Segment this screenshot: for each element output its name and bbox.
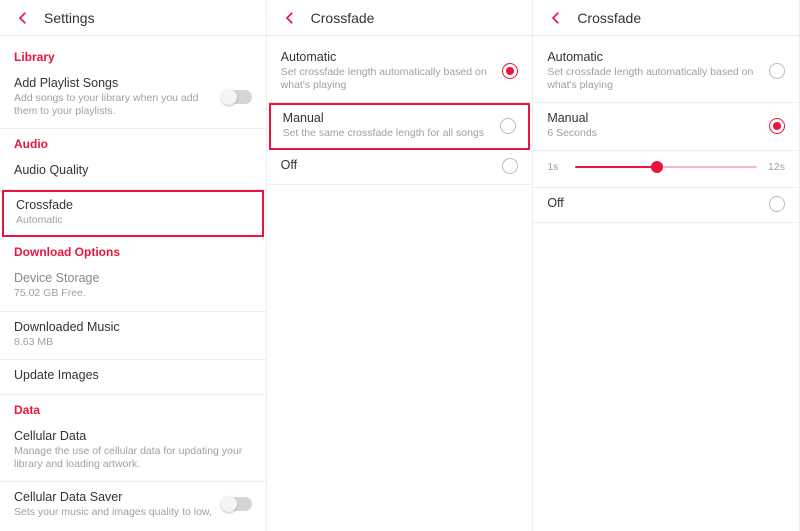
- automatic-row[interactable]: Automatic Set crossfade length automatic…: [267, 42, 533, 103]
- page-title: Crossfade: [577, 10, 641, 26]
- row-sub: Sets your music and images quality to lo…: [14, 506, 222, 519]
- crossfade-slider[interactable]: [575, 166, 757, 168]
- manual-row[interactable]: Manual Set the same crossfade length for…: [269, 103, 531, 150]
- settings-content: Library Add Playlist Songs Add songs to …: [0, 36, 266, 529]
- slider-max-label: 12s: [765, 161, 785, 173]
- section-download: Download Options: [0, 237, 266, 263]
- downloaded-music-row[interactable]: Downloaded Music 8.63 MB: [0, 312, 266, 360]
- page-title: Settings: [44, 10, 95, 26]
- row-title: Cellular Data: [14, 429, 252, 443]
- audio-quality-row[interactable]: Audio Quality: [0, 155, 266, 190]
- radio-unselected-icon[interactable]: [500, 118, 516, 134]
- off-row[interactable]: Off: [533, 188, 799, 223]
- crossfade-content: Automatic Set crossfade length automatic…: [533, 36, 799, 223]
- row-title: Downloaded Music: [14, 320, 252, 334]
- row-title: Manual: [547, 111, 769, 125]
- row-title: Cellular Data Saver: [14, 490, 222, 504]
- row-title: Update Images: [14, 368, 252, 382]
- row-title: Manual: [283, 111, 501, 125]
- row-sub: Add songs to your library when you add t…: [14, 92, 222, 118]
- settings-screen: Settings Library Add Playlist Songs Add …: [0, 0, 267, 531]
- crossfade-screen-manual: Crossfade Automatic Set crossfade length…: [533, 0, 800, 531]
- toggle-off-icon[interactable]: [222, 90, 252, 104]
- row-sub: Manage the use of cellular data for upda…: [14, 445, 252, 471]
- header: Crossfade: [533, 0, 799, 36]
- row-title: Automatic: [281, 50, 503, 64]
- back-arrow-icon[interactable]: [279, 7, 301, 29]
- row-sub: 75.02 GB Free.: [14, 287, 252, 300]
- radio-unselected-icon[interactable]: [502, 158, 518, 174]
- row-title: Off: [281, 158, 503, 172]
- section-audio: Audio: [0, 129, 266, 155]
- radio-unselected-icon[interactable]: [769, 196, 785, 212]
- row-sub: Set the same crossfade length for all so…: [283, 127, 501, 140]
- radio-unselected-icon[interactable]: [769, 63, 785, 79]
- row-title: Audio Quality: [14, 163, 252, 177]
- row-sub: Set crossfade length automatically based…: [281, 66, 503, 92]
- slider-thumb-icon[interactable]: [651, 161, 663, 173]
- manual-row[interactable]: Manual 6 Seconds: [533, 103, 799, 151]
- row-sub: 8.63 MB: [14, 336, 252, 349]
- header: Crossfade: [267, 0, 533, 36]
- add-playlist-row[interactable]: Add Playlist Songs Add songs to your lib…: [0, 68, 266, 129]
- page-title: Crossfade: [311, 10, 375, 26]
- update-images-row[interactable]: Update Images: [0, 360, 266, 395]
- row-title: Off: [547, 196, 769, 210]
- section-library: Library: [0, 42, 266, 68]
- cellular-saver-row[interactable]: Cellular Data Saver Sets your music and …: [0, 482, 266, 529]
- back-arrow-icon[interactable]: [545, 7, 567, 29]
- row-title: Add Playlist Songs: [14, 76, 222, 90]
- crossfade-slider-row: 1s 12s: [533, 151, 799, 188]
- off-row[interactable]: Off: [267, 150, 533, 185]
- row-sub: 6 Seconds: [547, 127, 769, 140]
- crossfade-row[interactable]: Crossfade Automatic: [2, 190, 264, 237]
- section-data: Data: [0, 395, 266, 421]
- radio-selected-icon[interactable]: [769, 118, 785, 134]
- row-sub: Automatic: [16, 214, 250, 227]
- slider-min-label: 1s: [547, 161, 567, 173]
- header: Settings: [0, 0, 266, 36]
- row-sub: Set crossfade length automatically based…: [547, 66, 769, 92]
- crossfade-screen-auto: Crossfade Automatic Set crossfade length…: [267, 0, 534, 531]
- automatic-row[interactable]: Automatic Set crossfade length automatic…: [533, 42, 799, 103]
- radio-selected-icon[interactable]: [502, 63, 518, 79]
- crossfade-content: Automatic Set crossfade length automatic…: [267, 36, 533, 185]
- back-arrow-icon[interactable]: [12, 7, 34, 29]
- device-storage-row[interactable]: Device Storage 75.02 GB Free.: [0, 263, 266, 311]
- row-title: Automatic: [547, 50, 769, 64]
- toggle-off-icon[interactable]: [222, 497, 252, 511]
- row-title: Device Storage: [14, 271, 252, 285]
- cellular-data-row[interactable]: Cellular Data Manage the use of cellular…: [0, 421, 266, 482]
- row-title: Crossfade: [16, 198, 250, 212]
